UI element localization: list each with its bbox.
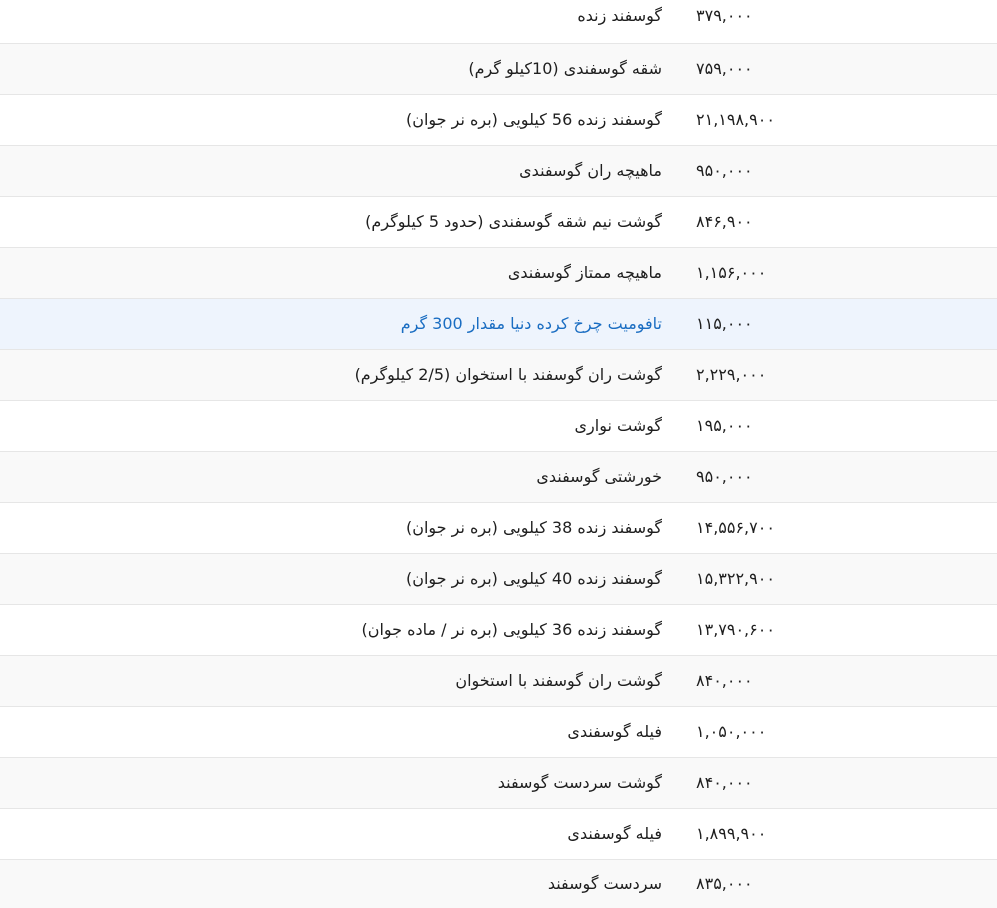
table-row: گوشت نیم شقه گوسفندی (حدود 5 کیلوگرم) ۸۴…: [0, 196, 997, 248]
product-price: ۸۴۰,۰۰۰: [682, 655, 997, 707]
product-price: ۳۷۹,۰۰۰: [682, 0, 997, 44]
product-price: ۱۳,۷۹۰,۶۰۰: [682, 604, 997, 656]
product-name: شقه گوسفندی (10کیلو گرم): [0, 43, 682, 95]
product-price: ۸۳۵,۰۰۰: [696, 874, 753, 894]
price-table-body: گوسفند زنده ۳۷۹,۰۰۰ شقه گوسفندی (10کیلو …: [0, 0, 997, 908]
product-name: ماهیچه ممتاز گوسفندی: [0, 247, 682, 299]
product-price: ۱,۱۵۶,۰۰۰: [682, 247, 997, 299]
table-row-highlighted: تافومیت چرخ کرده دنیا مقدار 300 گرم ۱۱۵,…: [0, 298, 997, 350]
table-row: فیله گوسفندی ۱,۸۹۹,۹۰۰: [0, 808, 997, 860]
product-price: ۲,۲۲۹,۰۰۰: [682, 349, 997, 401]
table-row: گوسفند زنده 36 کیلویی (بره نر / ماده جوا…: [0, 604, 997, 656]
product-name: گوسفند زنده 56 کیلویی (بره نر جوان): [0, 94, 682, 146]
price-table: گوسفند زنده ۳۷۹,۰۰۰ شقه گوسفندی (10کیلو …: [0, 0, 997, 908]
product-price: ۱۵,۳۲۲,۹۰۰: [682, 553, 997, 605]
product-name: گوسفند زنده 40 کیلویی (بره نر جوان): [0, 553, 682, 605]
table-row: شقه گوسفندی (10کیلو گرم) ۷۵۹,۰۰۰: [0, 43, 997, 95]
table-row: گوشت ران گوسفند با استخوان ۸۴۰,۰۰۰: [0, 655, 997, 707]
table-row: سردست گوسفند ۸۳۵,۰۰۰: [0, 859, 997, 908]
product-price: ۸۴۰,۰۰۰: [682, 757, 997, 809]
product-name-cell: تافومیت چرخ کرده دنیا مقدار 300 گرم: [0, 298, 682, 350]
product-name: فیله گوسفندی: [0, 808, 682, 860]
product-name: گوسفند زنده: [0, 0, 682, 44]
product-price: ۱,۰۵۰,۰۰۰: [682, 706, 997, 758]
product-price: ۱۴,۵۵۶,۷۰۰: [682, 502, 997, 554]
table-row: گوسفند زنده ۳۷۹,۰۰۰: [0, 0, 997, 44]
product-name: گوشت نواری: [0, 400, 682, 452]
product-name: فیله گوسفندی: [0, 706, 682, 758]
table-row: گوسفند زنده 38 کیلویی (بره نر جوان) ۱۴,۵…: [0, 502, 997, 554]
product-name: گوشت نیم شقه گوسفندی (حدود 5 کیلوگرم): [0, 196, 682, 248]
table-row: گوسفند زنده 56 کیلویی (بره نر جوان) ۲۱,۱…: [0, 94, 997, 146]
product-price: ۱,۸۹۹,۹۰۰: [682, 808, 997, 860]
product-name: گوشت سردست گوسفند: [0, 757, 682, 809]
table-row: گوشت سردست گوسفند ۸۴۰,۰۰۰: [0, 757, 997, 809]
product-name: ماهیچه ران گوسفندی: [0, 145, 682, 197]
product-name: گوشت ران گوسفند با استخوان: [0, 655, 682, 707]
table-row: فیله گوسفندی ۱,۰۵۰,۰۰۰: [0, 706, 997, 758]
table-row: گوشت ران گوسفند با استخوان (2/5 کیلوگرم)…: [0, 349, 997, 401]
table-row: ماهیچه ممتاز گوسفندی ۱,۱۵۶,۰۰۰: [0, 247, 997, 299]
table-row: ماهیچه ران گوسفندی ۹۵۰,۰۰۰: [0, 145, 997, 197]
product-price: ۹۵۰,۰۰۰: [682, 451, 997, 503]
product-name: گوسفند زنده 38 کیلویی (بره نر جوان): [0, 502, 682, 554]
product-price: ۱۹۵,۰۰۰: [682, 400, 997, 452]
table-row: گوشت نواری ۱۹۵,۰۰۰: [0, 400, 997, 452]
product-name-link[interactable]: تافومیت چرخ کرده دنیا مقدار 300 گرم: [401, 314, 662, 333]
product-price: ۱۱۵,۰۰۰: [682, 298, 997, 350]
product-price: ۷۵۹,۰۰۰: [682, 43, 997, 95]
product-price: ۹۵۰,۰۰۰: [682, 145, 997, 197]
product-price: ۲۱,۱۹۸,۹۰۰: [682, 94, 997, 146]
product-name: خورشتی گوسفندی: [0, 451, 682, 503]
product-name: گوشت ران گوسفند با استخوان (2/5 کیلوگرم): [0, 349, 682, 401]
product-name: گوسفند زنده 36 کیلویی (بره نر / ماده جوا…: [0, 604, 682, 656]
table-row: گوسفند زنده 40 کیلویی (بره نر جوان) ۱۵,۳…: [0, 553, 997, 605]
product-price: ۸۴۶,۹۰۰: [682, 196, 997, 248]
product-name: سردست گوسفند: [547, 874, 662, 894]
table-row: خورشتی گوسفندی ۹۵۰,۰۰۰: [0, 451, 997, 503]
